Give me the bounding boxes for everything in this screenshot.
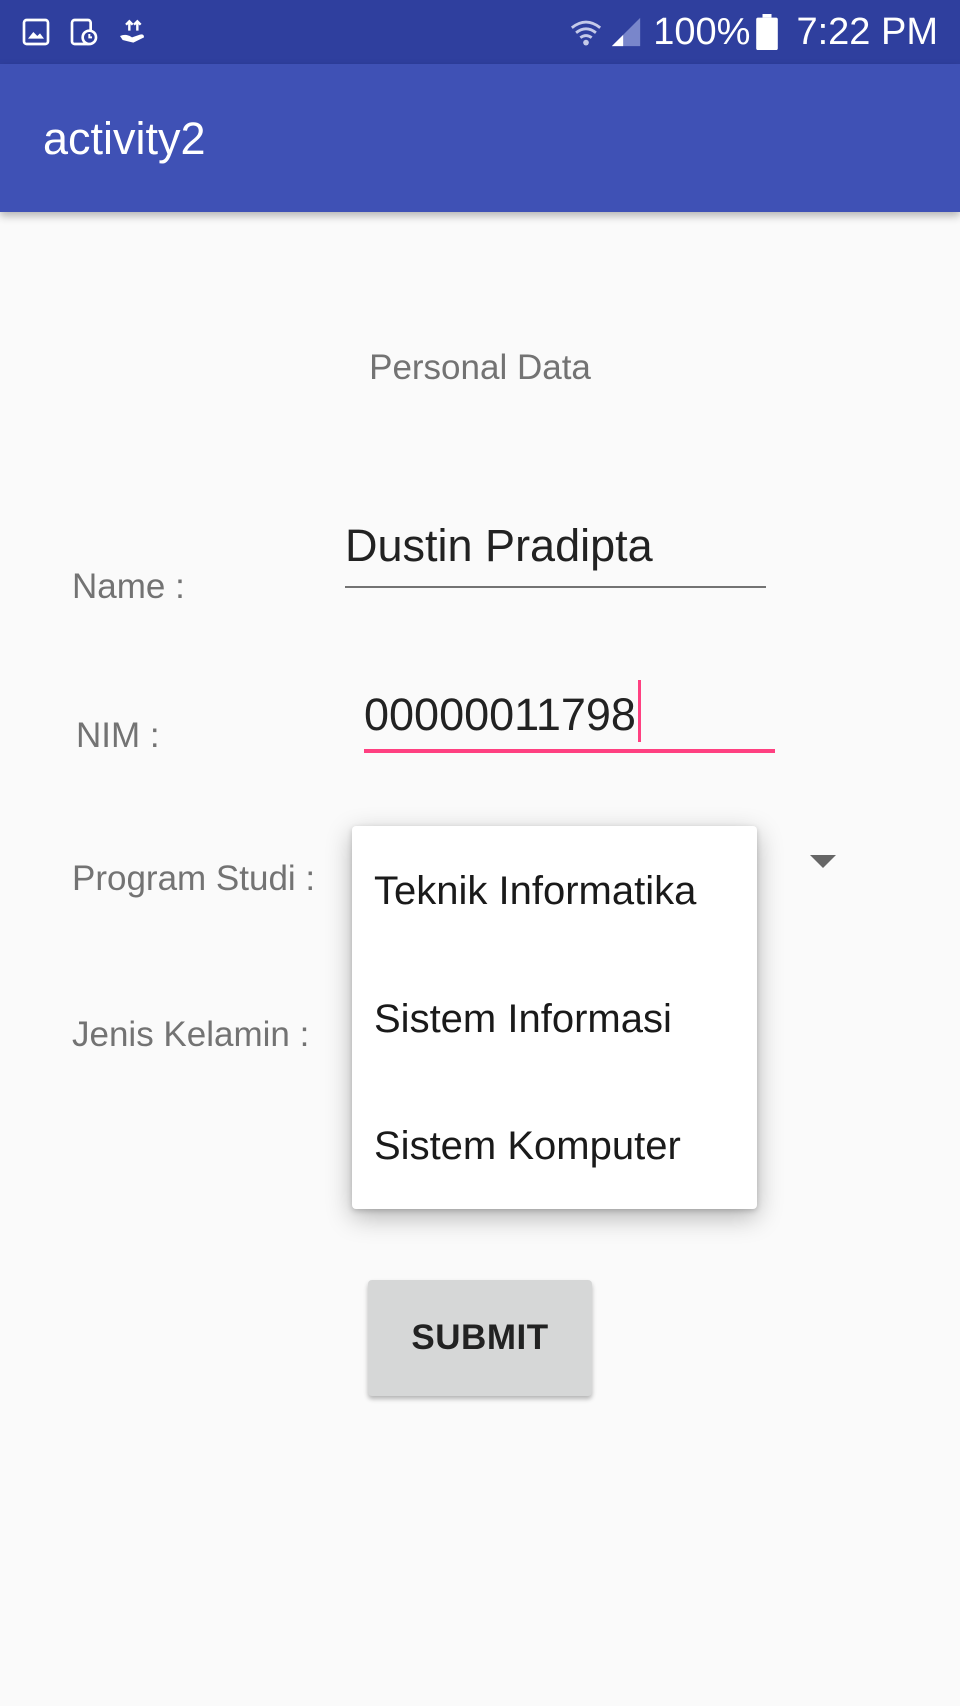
dropdown-option[interactable]: Teknik Informatika [374, 869, 696, 914]
nim-value: 00000011798 [364, 689, 636, 740]
name-label: Name : [72, 567, 185, 606]
text-cursor [637, 680, 641, 742]
status-time: 7:22 PM [796, 10, 938, 53]
dropdown-arrow-icon[interactable] [810, 855, 836, 868]
gender-label: Jenis Kelamin : [72, 1015, 310, 1054]
name-underline [345, 586, 766, 588]
program-dropdown-menu: Teknik Informatika Sistem Informasi Sist… [352, 826, 757, 1209]
submit-button[interactable]: SUBMIT [368, 1280, 592, 1396]
section-title: Personal Data [369, 348, 591, 387]
dropdown-option[interactable]: Sistem Komputer [374, 1124, 681, 1169]
gallery-icon [22, 18, 50, 46]
status-indicators: 100% 7:22 PM [569, 8, 938, 56]
dropdown-option[interactable]: Sistem Informasi [374, 997, 672, 1042]
signal-icon [612, 17, 641, 47]
battery-percentage: 100% [653, 10, 751, 53]
upload-icon [120, 19, 144, 43]
nim-underline [364, 749, 775, 753]
battery-icon [756, 14, 779, 50]
program-label: Program Studi : [72, 859, 316, 898]
name-field[interactable]: Dustin Pradipta [345, 520, 766, 588]
app-bar: activity2 [0, 64, 960, 212]
app-title: activity2 [43, 113, 206, 164]
status-bar: 100% 7:22 PM [0, 0, 960, 64]
screen: 100% 7:22 PM activity2 Personal Data Nam… [0, 0, 960, 1706]
nim-field[interactable]: 00000011798 [364, 680, 775, 753]
wifi-icon [571, 20, 602, 46]
name-value: Dustin Pradipta [345, 520, 653, 571]
calendar-clock-icon [70, 18, 98, 46]
nim-label: NIM : [76, 716, 160, 755]
